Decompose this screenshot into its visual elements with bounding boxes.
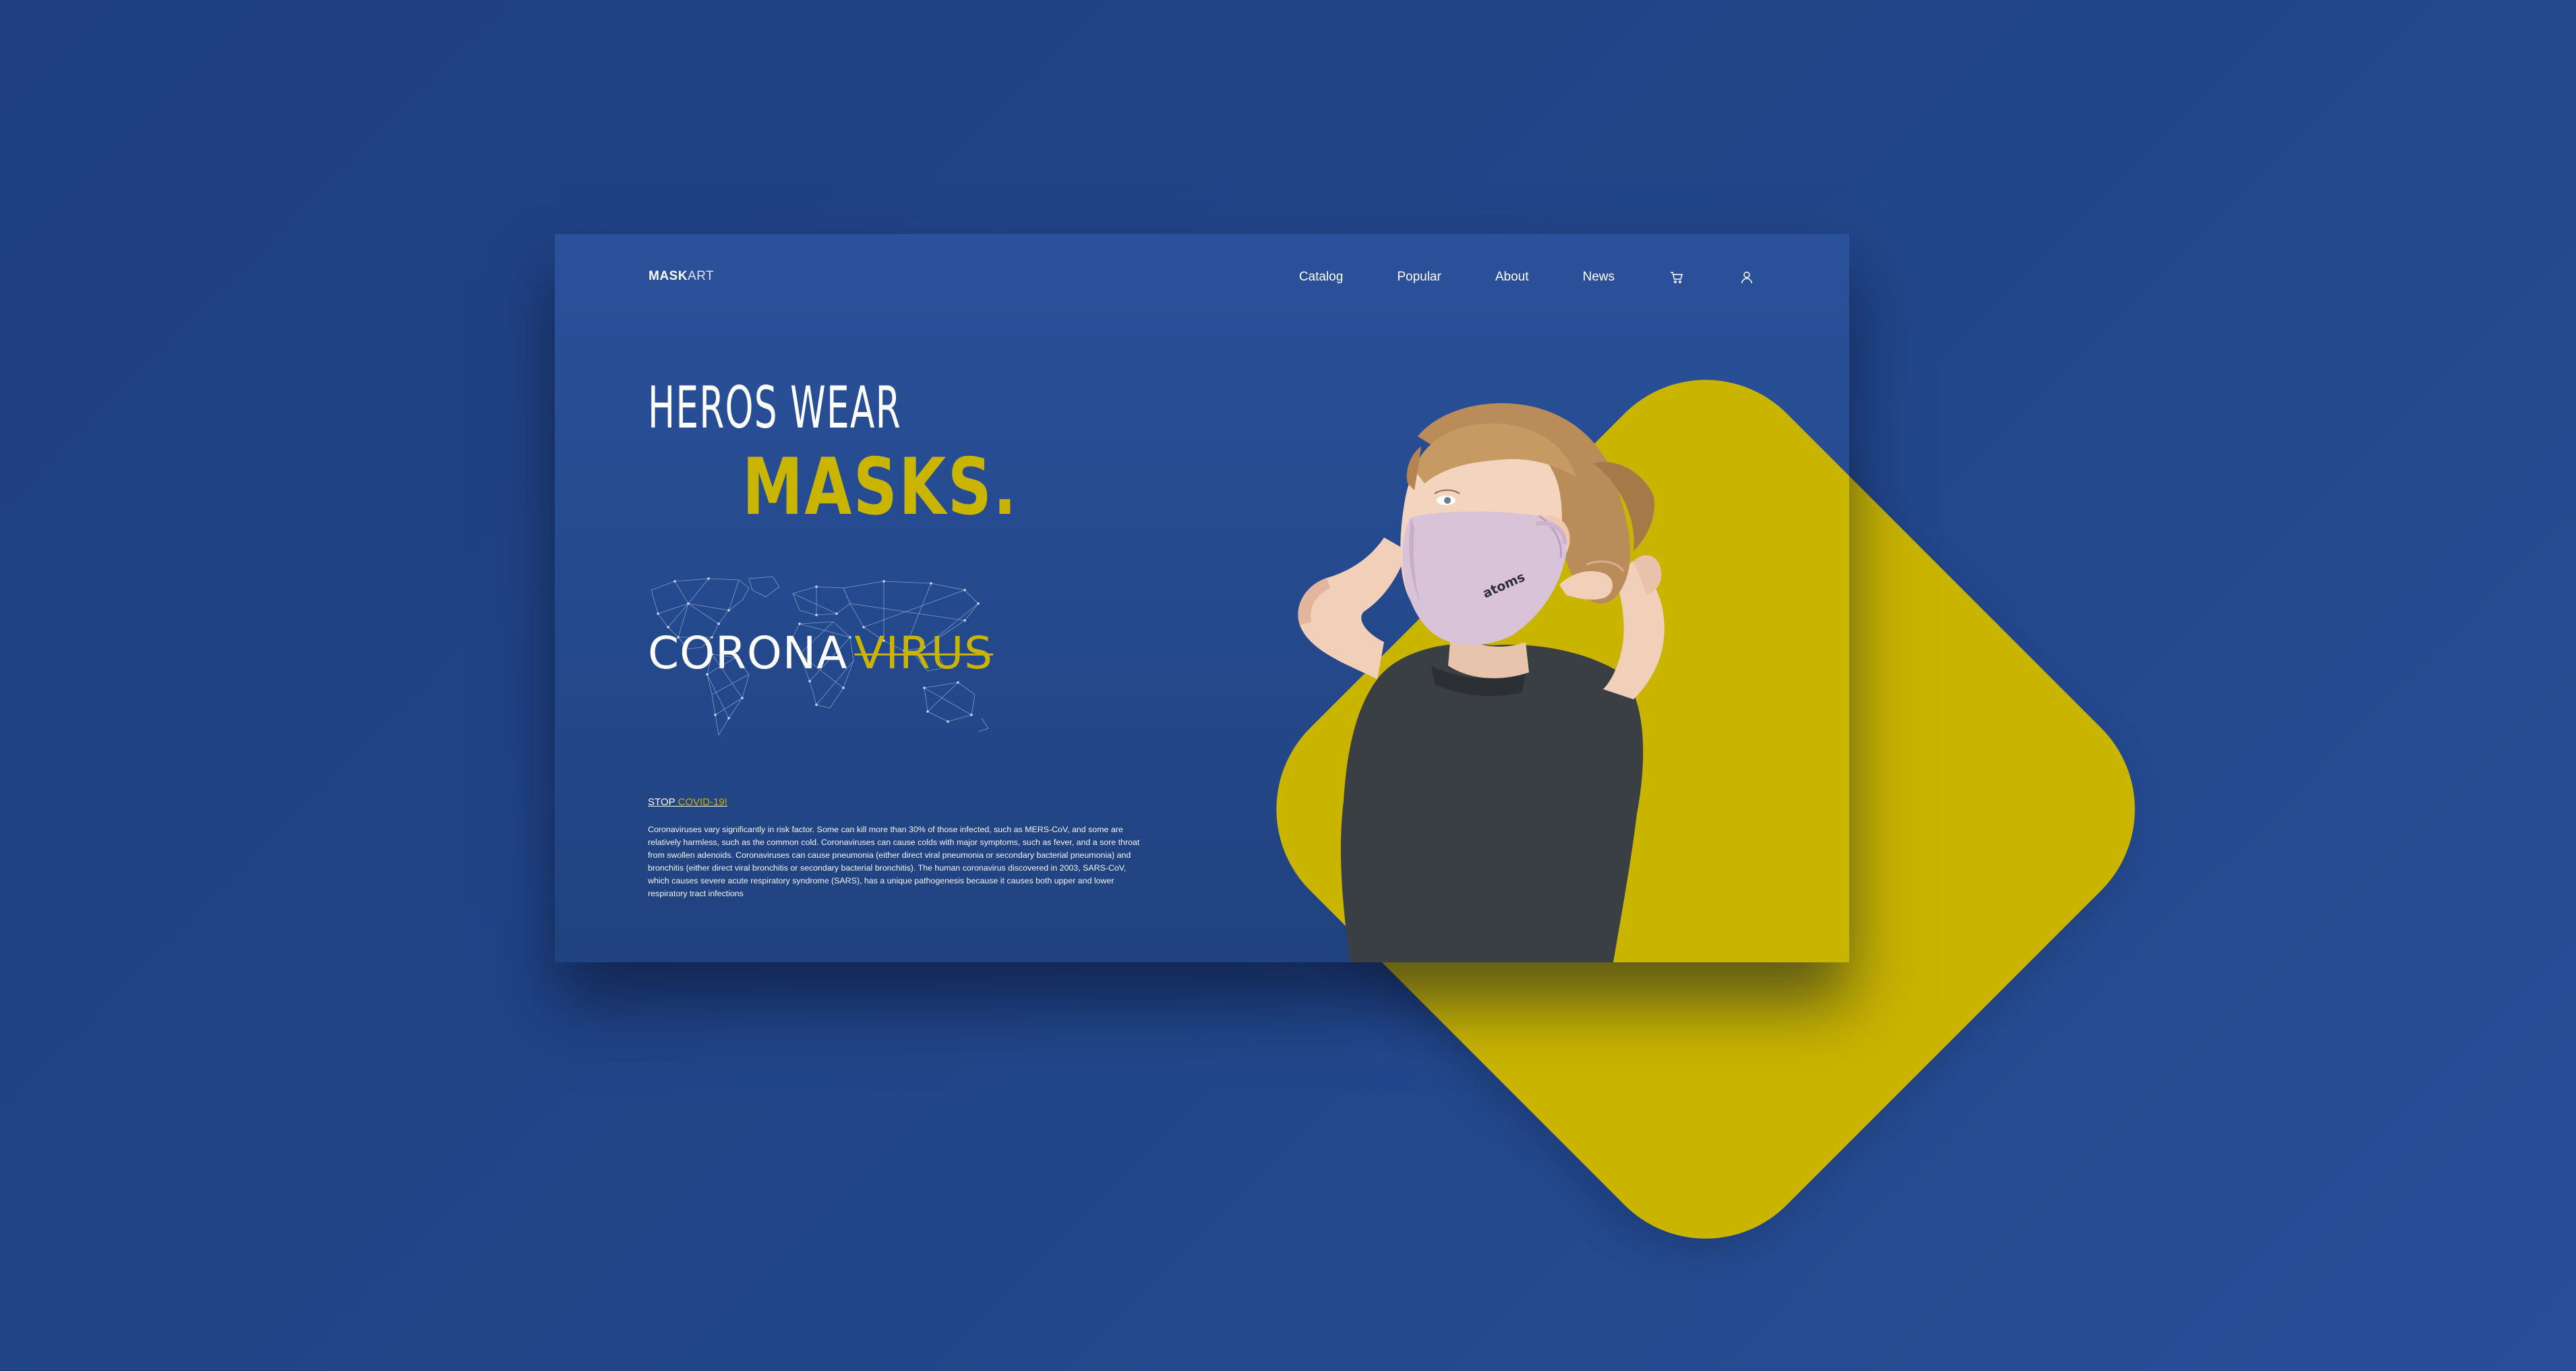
info-paragraph: Coronaviruses vary significantly in risk… <box>648 825 1140 899</box>
hero-headline-line2: MASKS. <box>742 442 1018 533</box>
brand-name-bold: MASK <box>649 269 688 283</box>
covid-label: COVID-19! <box>678 796 727 808</box>
presentation-stage: MASKART Catalog Popular About News HEROS… <box>0 0 2576 1371</box>
stop-label: STOP <box>648 796 676 808</box>
corona-word: CORONA <box>648 627 848 679</box>
cart-icon[interactable] <box>1669 269 1685 285</box>
brand-logo[interactable]: MASKART <box>649 269 714 284</box>
user-icon[interactable] <box>1739 269 1755 285</box>
brand-name-light: ART <box>687 269 715 283</box>
nav-link-about[interactable]: About <box>1495 270 1529 285</box>
nav-link-popular[interactable]: Popular <box>1397 270 1441 285</box>
stop-covid-link[interactable]: STOP COVID-19! <box>648 796 727 808</box>
nav-link-catalog[interactable]: Catalog <box>1299 270 1344 285</box>
child-wearing-mask-photo: atoms <box>1298 403 1665 962</box>
nav-link-news[interactable]: News <box>1582 270 1615 285</box>
main-nav: Catalog Popular About News <box>1245 269 1755 285</box>
website-mockup: MASKART Catalog Popular About News HEROS… <box>555 234 1849 962</box>
corona-virus-title: CORONA VIRUS <box>648 627 993 679</box>
hero-headline-line1: HEROS WEAR <box>648 374 901 442</box>
virus-word-strikethrough: VIRUS <box>854 627 994 679</box>
